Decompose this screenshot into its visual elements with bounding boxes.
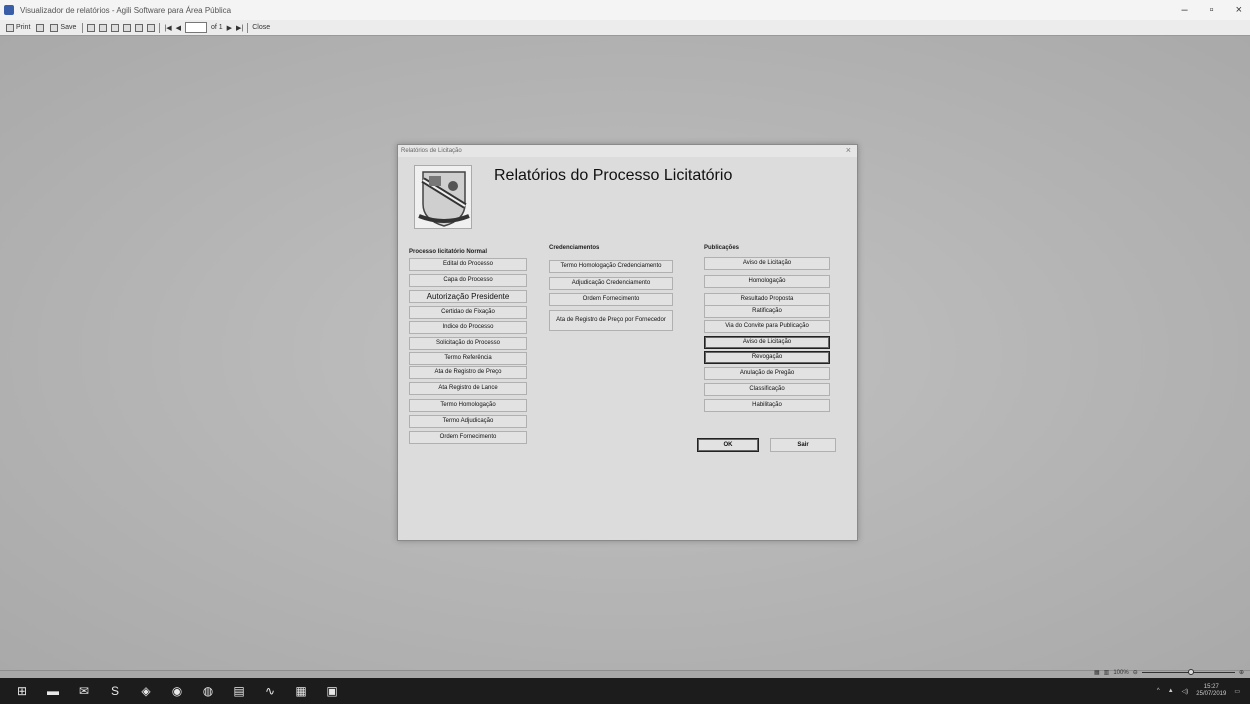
via-convite-button[interactable]: Via do Convite para Publicação [704,320,830,333]
clock-date: 25/07/2019 [1196,691,1227,697]
network-icon[interactable]: ▲ [1168,688,1174,694]
indice-button[interactable]: Indice do Processo [409,321,527,334]
ata-registro-lance-button[interactable]: Ata Registro de Lance [409,382,527,395]
volume-icon[interactable]: ◁) [1182,688,1189,695]
calculator-icon[interactable]: ▦ [292,684,310,698]
ordem-fornecimento-cred-button[interactable]: Ordem Fornecimento [549,293,673,306]
termo-adjudicacao-button[interactable]: Termo Adjudicação [409,415,527,428]
maximize-button[interactable]: ▫ [1210,4,1214,16]
close-window-button[interactable]: × [1236,4,1242,16]
autorizacao-button[interactable]: Autorização Presidente [409,290,527,303]
toolbar-separator [247,22,249,33]
status-bar [0,670,1250,678]
taskbar: ⊞ ▬ ✉ S ◈ ◉ ◍ ▤ ∿ ▦ ▣ ^ ▲ ◁) 15:27 25/07… [0,678,1250,704]
page-setup-icon[interactable] [36,23,45,32]
solicitacao-button[interactable]: Solicitação do Processo [409,337,527,350]
page-view-icon[interactable]: ▦ [1094,669,1100,676]
dialog-titlebar: Relatórios de Licitação × [398,145,857,157]
homologacao-button[interactable]: Homologação [704,275,830,288]
homologacao-credenciamento-button[interactable]: Termo Homologação Credenciamento [549,260,673,273]
dialog-heading: Relatórios do Processo Licitatório [494,167,733,184]
view-icon[interactable] [99,23,108,32]
col-title-publicacoes: Publicações [704,245,740,251]
store-icon[interactable]: ◈ [137,684,155,698]
zoom-out-icon[interactable] [135,23,144,32]
dialog-title: Relatórios de Licitação [401,148,462,154]
print-button[interactable]: Print [4,23,32,32]
revogacao-button[interactable]: Revogação [704,351,830,364]
prev-page-icon[interactable]: ◀ [176,24,181,32]
classificacao-button[interactable]: Classificação [704,383,830,396]
first-page-icon[interactable]: |◀ [164,24,171,32]
ata-registro-fornecedor-button[interactable]: Ata de Registro de Preço por Fornecedor [549,310,673,331]
crest-logo [414,165,472,229]
file-explorer-icon[interactable]: ▬ [44,684,62,698]
exit-button[interactable]: Sair [770,438,836,452]
ordem-fornecimento-button[interactable]: Ordem Fornecimento [409,431,527,444]
find-icon[interactable] [147,23,156,32]
page-count: of 1 [210,24,223,31]
layout-icon[interactable] [111,23,120,32]
zoom-slider[interactable] [1141,669,1235,675]
termo-referencia-button[interactable]: Termo Referência [409,352,527,365]
termo-homologacao-button[interactable]: Termo Homologação [409,399,527,412]
certidao-button[interactable]: Certidao de Fixação [409,306,527,319]
zoom-slider-thumb[interactable] [1188,669,1195,675]
clock-time: 15:27 [1203,684,1219,690]
report-dialog: Relatórios de Licitação × Relatórios do … [397,144,858,541]
edital-button[interactable]: Edital do Processo [409,258,527,271]
printer-icon [6,23,14,32]
skype-icon[interactable]: S [106,684,124,698]
app-icon [4,5,14,15]
firefox-icon[interactable]: ◍ [199,684,217,698]
habilitacao-button[interactable]: Habilitação [704,399,830,412]
notifications-icon[interactable]: ▭ [1234,688,1240,695]
ok-button[interactable]: OK [697,438,759,452]
close-report-button[interactable]: Close [252,24,270,31]
anulacao-pregao-button[interactable]: Anulação de Pregão [704,367,830,380]
print-label: Print [16,24,31,31]
zoom-control: ▦ ▥ 100% ⊖ ⊕ [1094,667,1244,678]
zoom-in-icon[interactable] [123,23,132,32]
report-toolbar: Print Save |◀ ◀ of 1 ▶ ▶| Close [0,20,1250,36]
tray-chevron-icon[interactable]: ^ [1157,688,1160,694]
ata-registro-preco-button[interactable]: Ata de Registro de Preço [409,366,527,379]
system-tray: ^ ▲ ◁) 15:27 25/07/2019 ▭ [1157,678,1240,704]
aviso-licitacao-2-button[interactable]: Aviso de Licitação [704,336,830,349]
capa-button[interactable]: Capa do Processo [409,274,527,287]
col-title-credenciamentos: Credenciamentos [549,245,600,251]
clock[interactable]: 15:27 25/07/2019 [1196,684,1226,698]
chrome-icon[interactable]: ◉ [168,684,186,698]
next-page-icon[interactable]: ▶ [227,24,232,32]
window-title: Visualizador de relatórios - Agili Softw… [20,5,232,15]
app-window-icon[interactable]: ▤ [230,684,248,698]
multi-page-icon[interactable]: ▥ [1104,669,1110,676]
page-number-input[interactable] [184,22,207,33]
window-titlebar: Visualizador de relatórios - Agili Softw… [0,0,1250,20]
minimize-button[interactable]: – [1182,4,1188,16]
zoom-in-icon[interactable]: ⊕ [1239,669,1244,676]
wave-app-icon[interactable]: ∿ [261,684,279,698]
last-page-icon[interactable]: ▶| [236,24,243,32]
mail-icon[interactable]: ✉ [75,684,93,698]
export-icon[interactable] [87,23,96,32]
col-title-normal: Processo licitatório Normal [409,249,488,255]
toolbar-separator [82,22,84,33]
adjudicacao-credenciamento-button[interactable]: Adjudicação Credenciamento [549,277,673,290]
aviso-licitacao-button[interactable]: Aviso de Licitação [704,257,830,270]
save-icon [50,23,59,32]
report-app-icon[interactable]: ▣ [323,684,341,698]
zoom-out-icon[interactable]: ⊖ [1133,669,1138,676]
window-controls: – ▫ × [1182,0,1242,20]
toolbar-separator [159,22,161,33]
zoom-value: 100% [1113,669,1129,676]
dialog-close-button[interactable]: × [846,145,851,155]
ratificacao-button[interactable]: Ratificação [704,305,830,318]
windows-start-icon[interactable]: ⊞ [13,684,31,698]
save-label: Save [60,24,77,31]
save-button[interactable]: Save [48,23,78,32]
